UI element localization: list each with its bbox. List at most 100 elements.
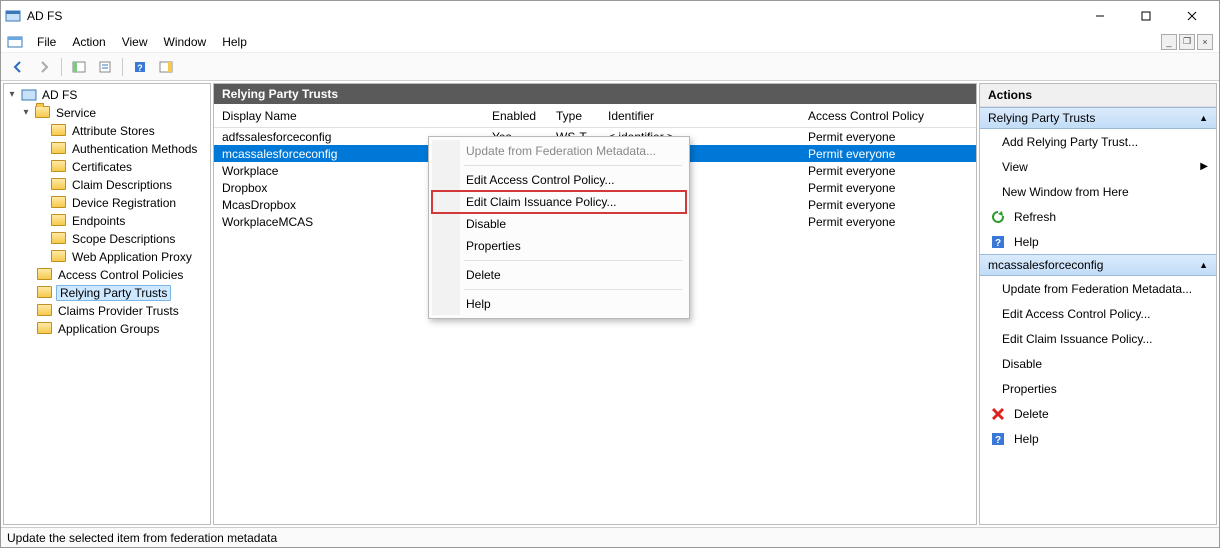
ctx-help[interactable]: Help [432, 293, 686, 315]
action-help[interactable]: ? Help [980, 229, 1216, 254]
back-button[interactable] [7, 56, 29, 78]
mdi-minimize-icon[interactable]: _ [1161, 34, 1177, 50]
col-enabled[interactable]: Enabled [484, 109, 548, 123]
folder-icon [37, 268, 53, 282]
tree-service[interactable]: ▾ Service [4, 104, 210, 122]
help-icon: ? [990, 234, 1006, 250]
expand-toggle-icon[interactable]: ▾ [6, 89, 18, 101]
folder-icon [51, 250, 67, 264]
ctx-disable[interactable]: Disable [432, 213, 686, 235]
actions-group-label: mcassalesforceconfig [988, 258, 1103, 272]
folder-icon [51, 232, 67, 246]
tree-label: Application Groups [56, 322, 161, 336]
folder-icon [37, 304, 53, 318]
collapse-icon[interactable]: ▲ [1199, 113, 1208, 123]
status-bar: Update the selected item from federation… [1, 527, 1219, 547]
minimize-button[interactable] [1077, 1, 1123, 31]
menu-file[interactable]: File [29, 33, 64, 51]
cell: Permit everyone [800, 181, 976, 195]
col-identifier[interactable]: Identifier [600, 109, 800, 123]
tree-item[interactable]: Attribute Stores [4, 122, 210, 140]
tree-item-relying-party-trusts[interactable]: Relying Party Trusts [4, 284, 210, 302]
tree-pane[interactable]: ▾ AD FS ▾ Service Attribute Stores Authe… [3, 83, 211, 525]
actions-header: Actions [980, 84, 1216, 107]
folder-icon [51, 124, 67, 138]
action-edit-cip[interactable]: Edit Claim Issuance Policy... [980, 326, 1216, 351]
folder-icon [51, 160, 67, 174]
tree-label: Authentication Methods [70, 142, 199, 156]
action-refresh[interactable]: Refresh [980, 204, 1216, 229]
tree-label: Web Application Proxy [70, 250, 194, 264]
tree-label: Claim Descriptions [70, 178, 174, 192]
show-hide-action-button[interactable] [155, 56, 177, 78]
tree-label: Access Control Policies [56, 268, 185, 282]
svg-text:?: ? [137, 63, 143, 73]
menu-action[interactable]: Action [64, 33, 113, 51]
forward-button[interactable] [33, 56, 55, 78]
adfs-icon [21, 88, 37, 102]
ctx-delete[interactable]: Delete [432, 264, 686, 286]
cell: Permit everyone [800, 164, 976, 178]
mdi-close-icon[interactable]: × [1197, 34, 1213, 50]
tree-item[interactable]: Claims Provider Trusts [4, 302, 210, 320]
menu-window[interactable]: Window [156, 33, 215, 51]
tree-item[interactable]: Access Control Policies [4, 266, 210, 284]
actions-pane: Actions Relying Party Trusts ▲ Add Relyi… [979, 83, 1217, 525]
folder-icon [35, 106, 51, 120]
menu-bar: File Action View Window Help _ ❐ × [1, 31, 1219, 53]
col-acp[interactable]: Access Control Policy [800, 109, 976, 123]
action-properties[interactable]: Properties [980, 376, 1216, 401]
actions-group-selected[interactable]: mcassalesforceconfig ▲ [980, 254, 1216, 276]
ctx-properties[interactable]: Properties [432, 235, 686, 257]
tree-item[interactable]: Application Groups [4, 320, 210, 338]
tree-item[interactable]: Claim Descriptions [4, 176, 210, 194]
menu-help[interactable]: Help [214, 33, 255, 51]
cell: Permit everyone [800, 147, 976, 161]
action-edit-acp[interactable]: Edit Access Control Policy... [980, 301, 1216, 326]
folder-icon [37, 322, 53, 336]
column-headers[interactable]: Display Name Enabled Type Identifier Acc… [214, 104, 976, 128]
table[interactable]: Display Name Enabled Type Identifier Acc… [214, 104, 976, 524]
action-help2[interactable]: ? Help [980, 426, 1216, 451]
action-add-rpt[interactable]: Add Relying Party Trust... [980, 129, 1216, 154]
ctx-edit-claim-issuance[interactable]: Edit Claim Issuance Policy... [432, 191, 686, 213]
folder-icon [51, 214, 67, 228]
action-view[interactable]: View▶ [980, 154, 1216, 179]
menu-view[interactable]: View [114, 33, 156, 51]
delete-icon [990, 406, 1006, 422]
ctx-update-federation[interactable]: Update from Federation Metadata... [432, 140, 686, 162]
actions-group-rpt[interactable]: Relying Party Trusts ▲ [980, 107, 1216, 129]
mdi-restore-icon[interactable]: ❐ [1179, 34, 1195, 50]
tree-item[interactable]: Device Registration [4, 194, 210, 212]
title-bar: AD FS [1, 1, 1219, 31]
action-update-federation[interactable]: Update from Federation Metadata... [980, 276, 1216, 301]
col-type[interactable]: Type [548, 109, 600, 123]
refresh-icon [990, 209, 1006, 225]
svg-text:?: ? [995, 238, 1001, 249]
action-delete[interactable]: Delete [980, 401, 1216, 426]
action-disable[interactable]: Disable [980, 351, 1216, 376]
collapse-icon[interactable]: ▲ [1199, 260, 1208, 270]
tree-root[interactable]: ▾ AD FS [4, 86, 210, 104]
tree-label: Device Registration [70, 196, 178, 210]
maximize-button[interactable] [1123, 1, 1169, 31]
action-new-window[interactable]: New Window from Here [980, 179, 1216, 204]
cell: Permit everyone [800, 215, 976, 229]
tree-label: Claims Provider Trusts [56, 304, 181, 318]
tree-item[interactable]: Endpoints [4, 212, 210, 230]
tree-item[interactable]: Web Application Proxy [4, 248, 210, 266]
cell: Permit everyone [800, 130, 976, 144]
expand-toggle-icon[interactable]: ▾ [20, 107, 32, 119]
tree-item[interactable]: Certificates [4, 158, 210, 176]
help-button[interactable]: ? [129, 56, 151, 78]
tree-item[interactable]: Scope Descriptions [4, 230, 210, 248]
show-hide-tree-button[interactable] [68, 56, 90, 78]
tree-item[interactable]: Authentication Methods [4, 140, 210, 158]
ctx-edit-acp[interactable]: Edit Access Control Policy... [432, 169, 686, 191]
col-display-name[interactable]: Display Name [214, 109, 484, 123]
tree-label: Scope Descriptions [70, 232, 177, 246]
close-button[interactable] [1169, 1, 1215, 31]
tree-label: Endpoints [70, 214, 127, 228]
folder-icon [37, 286, 53, 300]
properties-button[interactable] [94, 56, 116, 78]
